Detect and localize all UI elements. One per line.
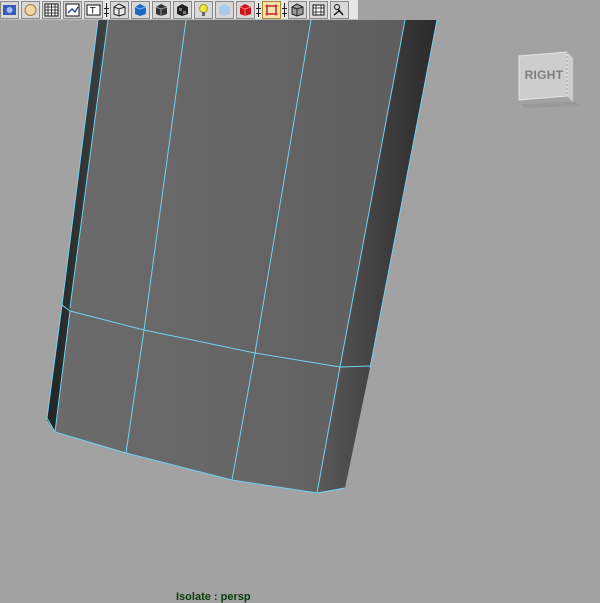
shadows-button[interactable] — [215, 0, 234, 19]
xray-icon — [238, 3, 253, 17]
grid-icon — [44, 3, 59, 17]
toolbar-separator — [104, 1, 109, 19]
film-gate-icon — [65, 3, 80, 17]
wireframe-on-shaded-button[interactable] — [152, 0, 171, 19]
shadows-icon — [217, 3, 232, 17]
resolution-gate-button[interactable]: T — [84, 0, 103, 19]
view-cube[interactable]: RIGHT — [515, 48, 581, 108]
camera-attributes-icon — [2, 3, 17, 17]
mesh-canvas[interactable] — [0, 0, 600, 600]
use-all-lights-icon — [196, 3, 211, 17]
use-all-lights-button[interactable] — [194, 0, 213, 19]
image-plane-button[interactable] — [21, 0, 40, 19]
xray-button[interactable] — [236, 0, 255, 19]
wireframe-button[interactable] — [110, 0, 129, 19]
toolbar-separator — [256, 1, 261, 19]
grid-button[interactable] — [42, 0, 61, 19]
smooth-shade-icon — [133, 3, 148, 17]
film-gate-button[interactable] — [63, 0, 82, 19]
camera-pan-zoom-button[interactable] — [330, 0, 349, 19]
wireframe-icon — [112, 2, 127, 17]
xray-joints-button[interactable] — [288, 0, 307, 19]
view-cube-face-label[interactable]: RIGHT — [519, 68, 569, 82]
smooth-shade-button[interactable] — [131, 0, 150, 19]
xray-components-button[interactable] — [309, 0, 328, 19]
resolution-gate-icon: T — [86, 3, 101, 17]
camera-pan-zoom-icon — [332, 3, 347, 17]
isolate-select-icon — [264, 3, 279, 17]
wireframe-on-shaded-icon — [154, 3, 169, 17]
hud-isolate-label: Isolate : persp — [176, 591, 251, 603]
isolate-select-button[interactable] — [262, 0, 281, 19]
xray-joints-icon — [290, 2, 305, 17]
perspective-viewport[interactable] — [0, 0, 600, 600]
svg-text:T: T — [89, 6, 96, 16]
xray-components-icon — [311, 3, 326, 17]
viewport-panel-toolbar: T — [0, 0, 358, 20]
image-plane-icon — [23, 3, 38, 17]
textured-icon — [175, 3, 190, 17]
textured-button[interactable] — [173, 0, 192, 19]
toolbar-separator — [282, 1, 287, 19]
camera-attributes-button[interactable] — [0, 0, 19, 19]
